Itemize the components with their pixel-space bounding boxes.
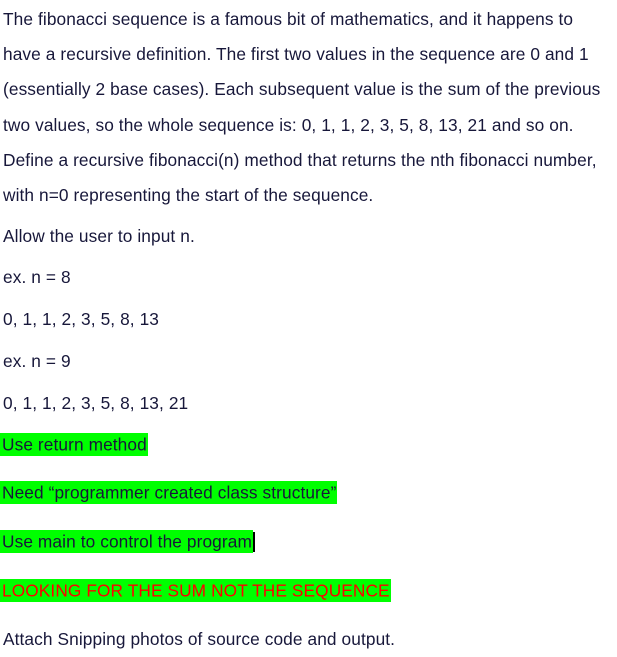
paragraph-requirement-2: Need “programmer created class structure… (0, 476, 617, 511)
paragraph-allow-input: Allow the user to input n. (3, 225, 195, 246)
paragraph-closing-instruction: Attach Snipping photos of source code an… (3, 629, 396, 650)
highlight-requirement-3: Use main to control the program (0, 530, 253, 554)
paragraph-example-2-sequence: 0, 1, 1, 2, 3, 5, 8, 13, 21 (3, 392, 189, 413)
paragraph-requirement-4: LOOKING FOR THE SUM NOT THE SEQUENCE (0, 573, 617, 608)
highlight-requirement-1: Use return method (0, 432, 148, 456)
paragraph-fibonacci-intro: The fibonacci sequence is a famous bit o… (3, 9, 601, 206)
paragraph-example-2-label: ex. n = 9 (3, 350, 71, 371)
highlight-requirement-4-sum-emphasis: LOOKING FOR THE SUM NOT THE SEQUENCE (0, 578, 391, 602)
paragraph-example-1-sequence: 0, 1, 1, 2, 3, 5, 8, 13 (3, 309, 160, 330)
paragraph-requirement-1: Use return method (0, 427, 617, 462)
paragraph-example-1-label: ex. n = 8 (3, 267, 71, 288)
document-body[interactable]: The fibonacci sequence is a famous bit o… (0, 0, 617, 649)
highlight-requirement-2: Need “programmer created class structure… (0, 481, 338, 505)
text-cursor-caret (252, 531, 255, 552)
paragraph-requirement-3: Use main to control the program (0, 525, 617, 560)
